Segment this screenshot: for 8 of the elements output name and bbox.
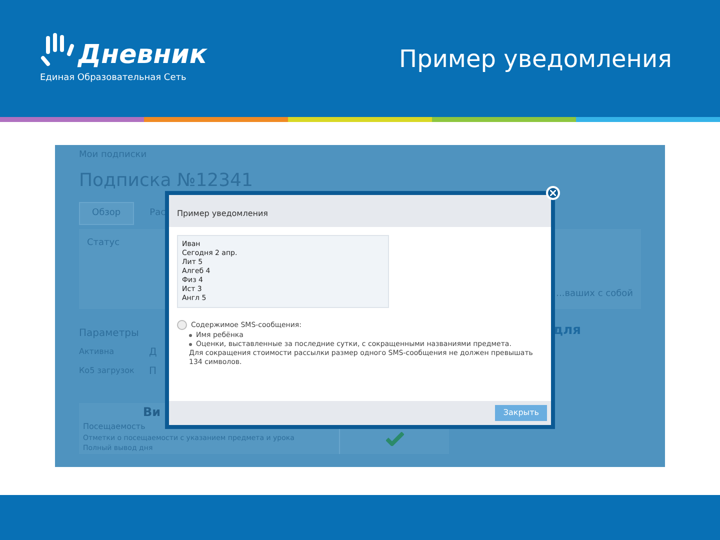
slide-title: Пример уведомления [399, 44, 672, 74]
section-heading: Ви [143, 404, 162, 420]
close-button[interactable]: Закрыть [495, 405, 547, 421]
logo-name: Дневник [78, 42, 208, 68]
hand-icon [40, 32, 74, 68]
logo-tagline: Единая Образовательная Сеть [40, 72, 186, 85]
close-icon[interactable] [546, 186, 560, 200]
modal-title: Пример уведомления [177, 209, 268, 218]
